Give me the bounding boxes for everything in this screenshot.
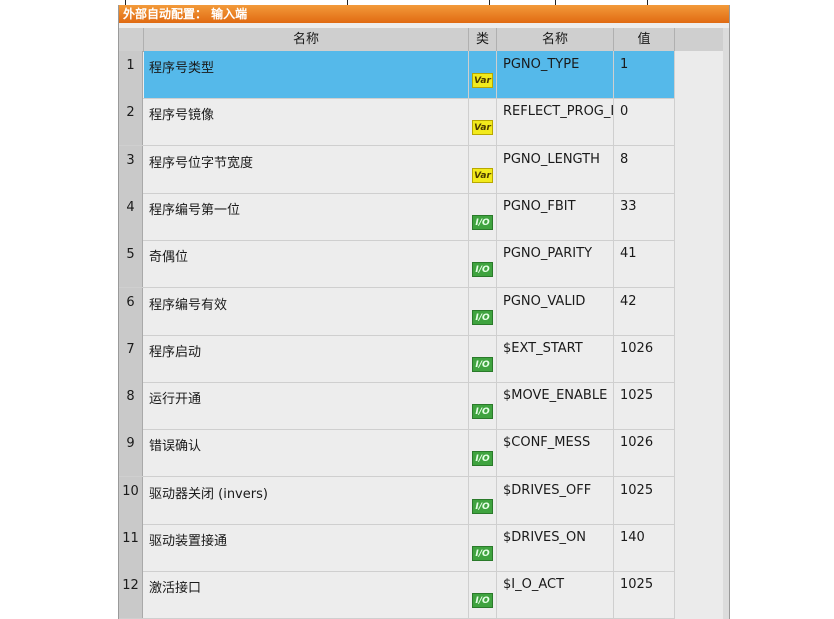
row-variable: $CONF_MESS: [497, 429, 614, 477]
io-type-icon: I/O: [472, 451, 493, 467]
io-type-icon: I/O: [472, 356, 493, 372]
row-variable: $DRIVES_ON: [497, 524, 614, 571]
header-name[interactable]: 名称: [144, 28, 469, 51]
row-variable: REFLECT_PROG_I: [497, 98, 614, 146]
row-value[interactable]: 33: [614, 192, 675, 240]
header-num: [119, 28, 144, 51]
row-name: 程序号镜像: [144, 98, 469, 146]
row-type: I/O: [469, 334, 497, 382]
row-type: I/O: [469, 429, 497, 477]
row-number: 10: [119, 476, 143, 524]
table-row[interactable]: 1 程序号类型 Var PGNO_TYPE 1: [119, 51, 675, 99]
var-type-icon: Var: [472, 167, 493, 183]
row-value[interactable]: 1025: [614, 571, 675, 619]
header-variable[interactable]: 名称: [497, 28, 614, 51]
table-row[interactable]: 3 程序号位字节宽度 Var PGNO_LENGTH 8: [119, 145, 675, 194]
row-value[interactable]: 140: [614, 524, 675, 571]
io-type-icon: I/O: [472, 262, 493, 278]
row-variable: PGNO_VALID: [497, 287, 614, 335]
row-name: 错误确认: [144, 429, 469, 477]
io-type-icon: I/O: [472, 546, 493, 561]
header-type[interactable]: 类: [469, 28, 497, 51]
io-type-icon: I/O: [472, 404, 493, 420]
table-row[interactable]: 12 激活接口 I/O $I_O_ACT 1025: [119, 571, 675, 619]
table-row[interactable]: 4 程序编号第一位 I/O PGNO_FBIT 33: [119, 192, 675, 241]
row-name: 程序编号有效: [144, 287, 469, 335]
row-type: I/O: [469, 571, 497, 619]
row-name: 程序启动: [144, 334, 469, 382]
row-variable: $DRIVES_OFF: [497, 476, 614, 524]
row-value[interactable]: 1026: [614, 334, 675, 382]
row-number: 9: [119, 429, 143, 477]
row-value[interactable]: 1026: [614, 429, 675, 477]
row-number: 11: [119, 524, 143, 571]
row-value[interactable]: 0: [614, 98, 675, 146]
row-number: 12: [119, 571, 143, 619]
row-name: 程序号位字节宽度: [144, 145, 469, 193]
row-value[interactable]: 42: [614, 287, 675, 335]
io-type-icon: I/O: [472, 309, 493, 325]
var-type-icon: Var: [472, 120, 493, 136]
scrollbar[interactable]: [723, 28, 729, 619]
row-name: 激活接口: [144, 571, 469, 619]
table-row[interactable]: 5 奇偶位 I/O PGNO_PARITY 41: [119, 240, 675, 289]
row-number: 4: [119, 192, 143, 240]
table-row[interactable]: 10 驱动器关闭 (invers) I/O $DRIVES_OFF 1025: [119, 476, 675, 525]
row-variable: $EXT_START: [497, 334, 614, 382]
row-value[interactable]: 1: [614, 51, 675, 98]
row-number: 3: [119, 145, 143, 193]
row-type: I/O: [469, 240, 497, 288]
io-type-icon: I/O: [472, 593, 493, 609]
row-name: 驱动装置接通: [144, 524, 469, 571]
row-type: I/O: [469, 476, 497, 524]
row-number: 7: [119, 334, 143, 382]
row-number: 8: [119, 382, 143, 430]
config-panel: 外部自动配置： 输入端 名称 类 名称 值 1 程序号类型 Var PGNO_TYPE…: [118, 5, 730, 619]
row-variable: $MOVE_ENABLE: [497, 382, 614, 430]
table-row[interactable]: 7 程序启动 I/O $EXT_START 1026: [119, 334, 675, 383]
row-value[interactable]: 41: [614, 240, 675, 288]
table-row[interactable]: 11 驱动装置接通 I/O $DRIVES_ON 140: [119, 524, 675, 572]
row-value[interactable]: 1025: [614, 382, 675, 430]
row-type: I/O: [469, 287, 497, 335]
row-variable: PGNO_LENGTH: [497, 145, 614, 193]
row-type: I/O: [469, 524, 497, 571]
table-empty-column: [675, 51, 723, 619]
row-variable: PGNO_PARITY: [497, 240, 614, 288]
window-title: 外部自动配置： 输入端: [119, 5, 729, 23]
table-header: 名称 类 名称 值: [119, 28, 723, 52]
row-type: I/O: [469, 382, 497, 430]
row-type: Var: [469, 51, 497, 98]
row-name: 运行开通: [144, 382, 469, 430]
row-variable: $I_O_ACT: [497, 571, 614, 619]
row-number: 6: [119, 287, 143, 335]
row-name: 奇偶位: [144, 240, 469, 288]
io-type-icon: I/O: [472, 214, 493, 230]
table-row[interactable]: 6 程序编号有效 I/O PGNO_VALID 42: [119, 287, 675, 336]
row-name: 程序编号第一位: [144, 192, 469, 240]
row-variable: PGNO_TYPE: [497, 51, 614, 98]
row-number: 2: [119, 98, 143, 146]
header-value[interactable]: 值: [614, 28, 675, 51]
var-type-icon: Var: [472, 73, 493, 88]
row-value[interactable]: 8: [614, 145, 675, 193]
row-name: 程序号类型: [144, 51, 469, 98]
io-type-icon: I/O: [472, 498, 493, 514]
table-row[interactable]: 8 运行开通 I/O $MOVE_ENABLE 1025: [119, 382, 675, 431]
row-type: I/O: [469, 192, 497, 240]
table-row[interactable]: 9 错误确认 I/O $CONF_MESS 1026: [119, 429, 675, 478]
row-variable: PGNO_FBIT: [497, 192, 614, 240]
row-type: Var: [469, 145, 497, 193]
row-number: 1: [119, 51, 143, 98]
row-value[interactable]: 1025: [614, 476, 675, 524]
row-type: Var: [469, 98, 497, 146]
row-number: 5: [119, 240, 143, 288]
table-row[interactable]: 2 程序号镜像 Var REFLECT_PROG_I 0: [119, 98, 675, 147]
row-name: 驱动器关闭 (invers): [144, 476, 469, 524]
